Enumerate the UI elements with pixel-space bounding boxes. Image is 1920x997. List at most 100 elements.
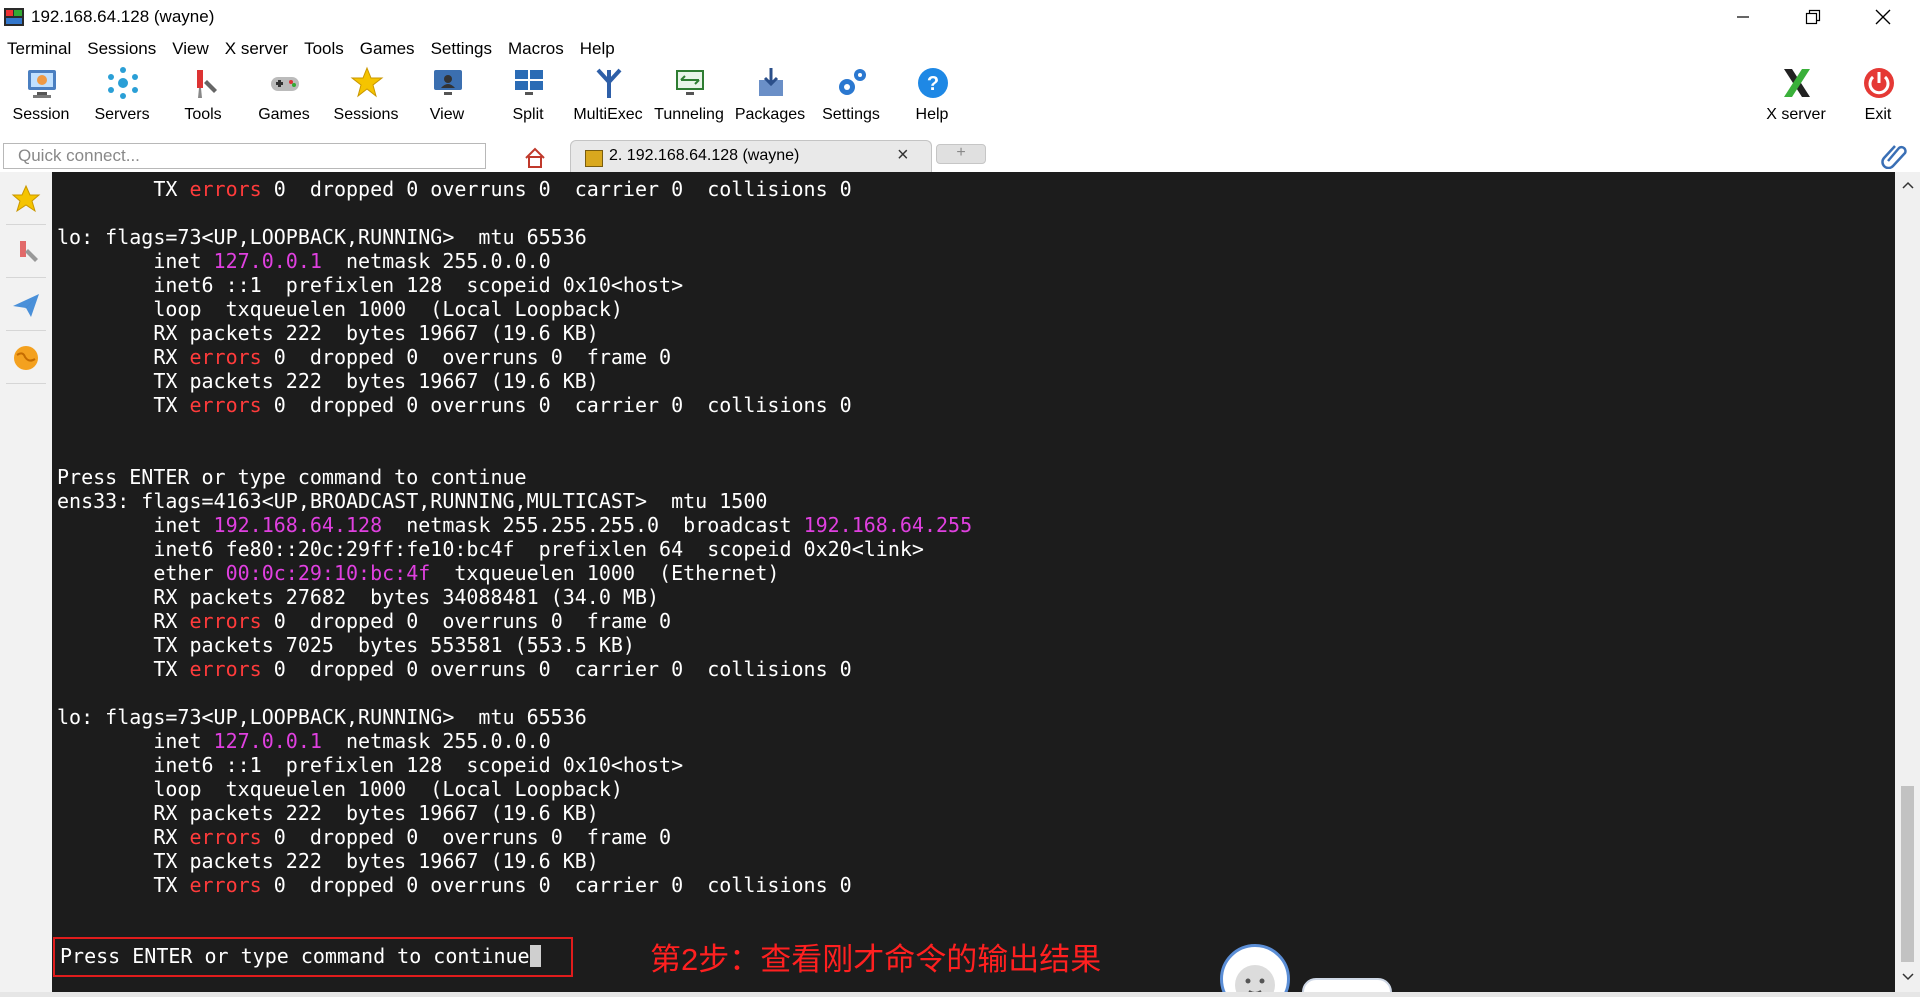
- menu-games[interactable]: Games: [353, 36, 424, 62]
- split-button[interactable]: Split: [488, 64, 568, 130]
- games-button[interactable]: Games: [244, 64, 324, 130]
- terminal-scrollbar[interactable]: [1895, 172, 1920, 992]
- paperclip-icon[interactable]: [1880, 141, 1908, 169]
- home-tab[interactable]: [512, 142, 558, 172]
- tunneling-button[interactable]: Tunneling: [649, 64, 729, 130]
- tab-session-2[interactable]: 2. 192.168.64.128 (wayne) ×: [570, 140, 932, 172]
- terminal-text: lo: flags=73<UP,LOOPBACK,RUNNING> mtu 65…: [57, 225, 587, 249]
- globe-icon: [14, 346, 38, 370]
- text-cursor: [529, 945, 541, 967]
- terminal-text: TX: [57, 177, 190, 201]
- packages-icon: [759, 68, 783, 96]
- scroll-up-arrow-icon[interactable]: [1900, 178, 1916, 192]
- menu-terminal[interactable]: Terminal: [0, 36, 80, 62]
- terminal-view[interactable]: TX errors 0 dropped 0 overruns 0 carrier…: [52, 172, 1895, 992]
- terminal-text: 0 dropped 0 overruns 0 frame 0: [261, 609, 672, 633]
- highlighted-address: 127.0.0.1: [213, 729, 322, 753]
- home-icon: [525, 147, 545, 168]
- error-keyword: errors: [189, 177, 262, 201]
- terminal-text: RX packets 27682 bytes 34088481 (34.0 MB…: [57, 585, 660, 609]
- terminal-text: loop txqueuelen 1000 (Local Loopback): [57, 777, 623, 801]
- terminal-line: TX packets 222 bytes 19667 (19.6 KB): [57, 369, 599, 393]
- x-server-button[interactable]: X server: [1756, 64, 1836, 130]
- floating-assistant-bubble[interactable]: [1302, 978, 1392, 992]
- toolbar: Session Servers Tools Games Sessions Vie…: [0, 64, 1920, 130]
- scroll-down-arrow-icon[interactable]: [1900, 970, 1916, 984]
- tab-close-icon[interactable]: ×: [897, 144, 909, 167]
- error-keyword: errors: [189, 657, 262, 681]
- menu-help[interactable]: Help: [573, 36, 624, 62]
- terminal-line: inet 192.168.64.128 netmask 255.255.255.…: [57, 513, 972, 537]
- scroll-thumb[interactable]: [1901, 786, 1914, 962]
- terminal-text: 0 dropped 0 overruns 0 carrier 0 collisi…: [261, 177, 852, 201]
- terminal-line: inet6 ::1 prefixlen 128 scopeid 0x10<hos…: [57, 753, 683, 777]
- terminal-text: txqueuelen 1000 (Ethernet): [430, 561, 780, 585]
- terminal-text: RX packets 222 bytes 19667 (19.6 KB): [57, 321, 599, 345]
- terminal-line: RX packets 222 bytes 19667 (19.6 KB): [57, 321, 599, 345]
- terminal-text: TX packets 7025 bytes 553581 (553.5 KB): [57, 633, 635, 657]
- menu-settings[interactable]: Settings: [424, 36, 501, 62]
- error-keyword: errors: [189, 825, 262, 849]
- floating-assistant-avatar[interactable]: [1220, 944, 1290, 992]
- terminal-text: TX packets 222 bytes 19667 (19.6 KB): [57, 849, 599, 873]
- settings-button[interactable]: Settings: [811, 64, 891, 130]
- menu-view[interactable]: View: [165, 36, 218, 62]
- help-button[interactable]: ? Help: [892, 64, 972, 130]
- terminal-text: 0 dropped 0 overruns 0 frame 0: [261, 825, 672, 849]
- multiexec-button[interactable]: MultiExec: [568, 64, 648, 130]
- restore-button[interactable]: [1784, 0, 1842, 34]
- sessions-button[interactable]: Sessions: [326, 64, 406, 130]
- error-keyword: errors: [189, 393, 262, 417]
- paper-plane-icon: [13, 294, 39, 317]
- exit-power-icon: [1864, 68, 1894, 98]
- terminal-text: 0 dropped 0 overruns 0 carrier 0 collisi…: [261, 873, 852, 897]
- terminal-text: ether: [57, 561, 226, 585]
- restore-icon: [1805, 9, 1821, 25]
- terminal-line: RX errors 0 dropped 0 overruns 0 frame 0: [57, 609, 671, 633]
- menu-sessions[interactable]: Sessions: [80, 36, 165, 62]
- multiexec-fork-icon: [596, 68, 622, 98]
- terminal-line: TX errors 0 dropped 0 overruns 0 carrier…: [57, 177, 852, 201]
- servers-button[interactable]: Servers: [82, 64, 162, 130]
- terminal-line: ether 00:0c:29:10:bc:4f txqueuelen 1000 …: [57, 561, 779, 585]
- side-panel: [0, 172, 53, 997]
- menu-x-server[interactable]: X server: [218, 36, 297, 62]
- ghost-face-icon: [1235, 965, 1275, 992]
- terminal-text: inet6 ::1 prefixlen 128 scopeid 0x10<hos…: [57, 753, 684, 777]
- terminal-text: 0 dropped 0 overruns 0 carrier 0 collisi…: [261, 393, 852, 417]
- error-keyword: errors: [189, 345, 262, 369]
- terminal-text: inet: [57, 249, 214, 273]
- tools-wrench-icon: [197, 70, 217, 98]
- terminal-text: RX: [57, 609, 190, 633]
- menu-tools[interactable]: Tools: [297, 36, 353, 62]
- ssh-session-icon: [585, 150, 603, 167]
- minimize-button[interactable]: [1714, 0, 1772, 34]
- terminal-text: lo: flags=73<UP,LOOPBACK,RUNNING> mtu 65…: [57, 705, 587, 729]
- games-gamepad-icon: [271, 77, 299, 91]
- view-monitor-icon: [434, 70, 462, 95]
- svg-text:?: ?: [927, 73, 939, 95]
- help-question-icon: ?: [918, 68, 948, 98]
- sidebar-tools-tab[interactable]: [6, 227, 46, 278]
- error-keyword: errors: [189, 873, 262, 897]
- tools-button[interactable]: Tools: [163, 64, 243, 130]
- packages-button[interactable]: Packages: [730, 64, 810, 130]
- terminal-text: TX: [57, 657, 190, 681]
- session-button[interactable]: Session: [1, 64, 81, 130]
- sidebar-macros-tab[interactable]: [6, 333, 46, 384]
- new-tab-button[interactable]: +: [936, 144, 986, 164]
- close-icon: [1875, 9, 1891, 25]
- menu-macros[interactable]: Macros: [501, 36, 573, 62]
- close-window-button[interactable]: [1854, 0, 1912, 34]
- terminal-text: inet: [57, 513, 214, 537]
- terminal-line: inet 127.0.0.1 netmask 255.0.0.0: [57, 249, 550, 273]
- terminal-line: loop txqueuelen 1000 (Local Loopback): [57, 297, 623, 321]
- exit-button[interactable]: Exit: [1838, 64, 1918, 130]
- view-button[interactable]: View: [407, 64, 487, 130]
- terminal-text: inet: [57, 729, 214, 753]
- terminal-text: inet6 fe80::20c:29ff:fe10:bc4f prefixlen…: [57, 537, 924, 561]
- sidebar-sftp-tab[interactable]: [6, 280, 46, 331]
- sidebar-sessions-tab[interactable]: [6, 174, 46, 225]
- session-monitor-icon: [28, 70, 56, 98]
- quick-connect-input[interactable]: Quick connect...: [3, 143, 486, 169]
